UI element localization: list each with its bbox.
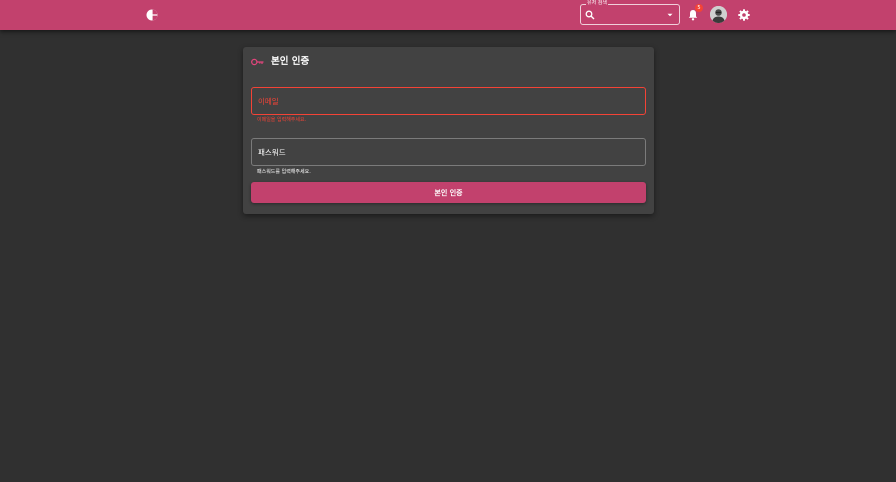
- identity-verification-card: 본인 인증 이메일을 입력해주세요. 패스워드를 입력해주세요. 본인 인증: [243, 47, 654, 214]
- card-title: 본인 인증: [271, 56, 310, 67]
- search-icon: [585, 10, 595, 20]
- card-header: 본인 인증: [251, 56, 309, 68]
- user-search-field[interactable]: 유저 검색: [580, 0, 680, 25]
- email-error-text: 이메일을 입력해주세요.: [257, 117, 307, 123]
- email-input[interactable]: [252, 88, 645, 114]
- password-field[interactable]: [251, 138, 646, 166]
- avatar-image: [710, 6, 727, 23]
- notification-count-badge: 5: [695, 4, 703, 12]
- key-icon: [251, 58, 264, 66]
- password-input[interactable]: [252, 139, 645, 165]
- verify-identity-button[interactable]: 본인 인증: [251, 182, 646, 203]
- pie-chart-logo-icon[interactable]: [146, 9, 158, 21]
- user-search-label: 유저 검색: [586, 0, 608, 6]
- user-search-input[interactable]: [597, 8, 663, 22]
- user-avatar[interactable]: [710, 6, 727, 23]
- dropdown-arrow-icon[interactable]: [667, 13, 673, 17]
- email-field[interactable]: [251, 87, 646, 115]
- top-app-bar: 유저 검색 5: [0, 0, 896, 30]
- settings-gear-icon[interactable]: [738, 9, 750, 21]
- password-helper-text: 패스워드를 입력해주세요.: [257, 169, 311, 175]
